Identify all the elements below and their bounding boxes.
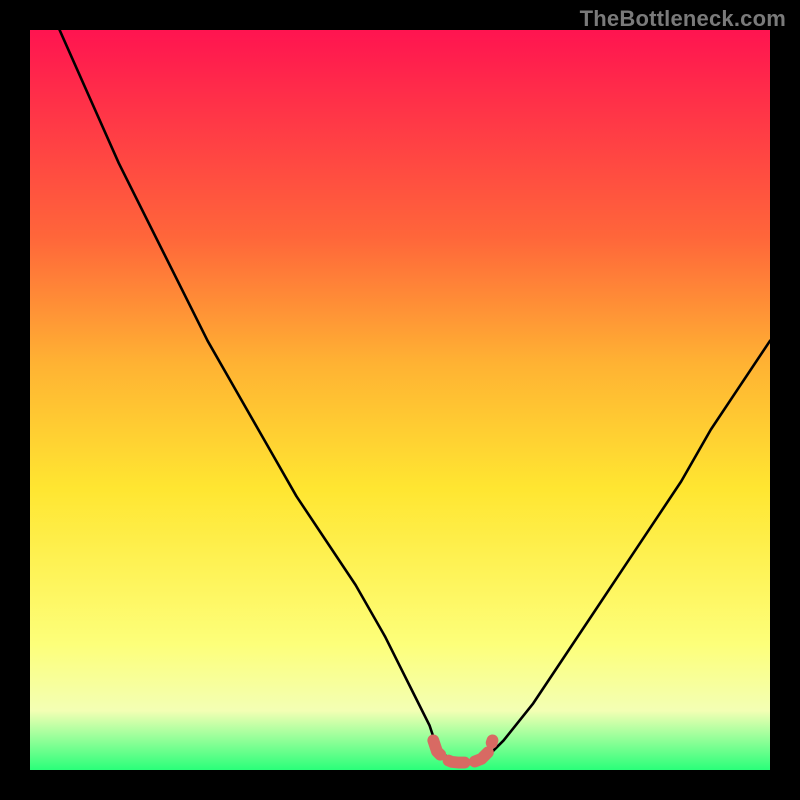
chart-frame: TheBottleneck.com (0, 0, 800, 800)
gradient-background (30, 30, 770, 770)
watermark-text: TheBottleneck.com (580, 6, 786, 32)
bottleneck-chart (30, 30, 770, 770)
